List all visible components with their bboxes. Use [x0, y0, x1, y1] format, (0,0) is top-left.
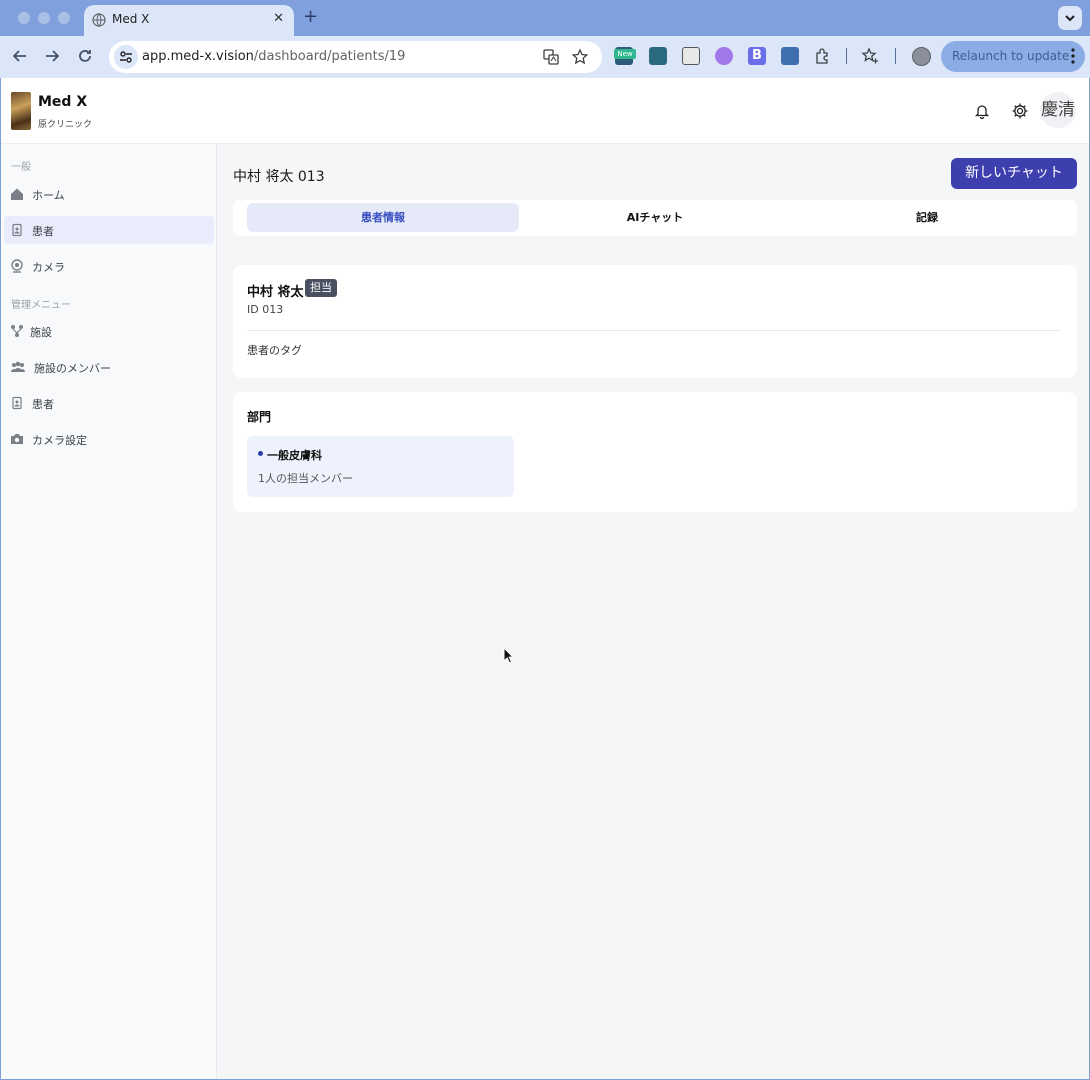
tab-records[interactable]: 記録 — [791, 203, 1063, 232]
url-text: app.med-x.vision/dashboard/patients/19 — [142, 49, 405, 64]
patient-tabs: 患者情報 AIチャット 記録 — [233, 200, 1077, 236]
window-close-button[interactable] — [18, 12, 30, 24]
department-name: 一般皮膚科 — [267, 449, 322, 462]
sidebar-item-label: カメラ — [32, 261, 65, 274]
translate-icon[interactable] — [542, 48, 560, 66]
relaunch-label: Relaunch to update — [952, 49, 1070, 63]
extension-cloud-icon[interactable] — [781, 47, 799, 65]
bookmark-star-icon[interactable] — [571, 48, 589, 66]
sidebar-item-camera-settings[interactable]: カメラ設定 — [4, 425, 214, 453]
sidebar: 一般 ホーム 患者 カメラ 管理メニュー 施設 施設のメンバー 患者 カメラ設定 — [1, 144, 217, 1079]
extension-graphql-icon[interactable] — [715, 47, 733, 65]
assigned-badge: 担当 — [305, 279, 337, 297]
extensions-puzzle-icon[interactable] — [814, 47, 832, 65]
brand-name: Med X — [38, 94, 88, 110]
patient-name: 中村 将太 — [247, 285, 304, 300]
forward-icon[interactable] — [41, 45, 63, 67]
tab-patient-info[interactable]: 患者情報 — [247, 203, 519, 232]
departments-title: 部門 — [247, 410, 272, 424]
tab-title: Med X — [112, 12, 150, 26]
extension-react-icon[interactable] — [649, 47, 667, 65]
sidebar-item-home[interactable]: ホーム — [4, 180, 214, 208]
department-members: 1人の担当メンバー — [258, 472, 353, 485]
reload-icon[interactable] — [74, 45, 96, 67]
new-chat-button[interactable]: 新しいチャット — [951, 158, 1077, 189]
globe-icon — [92, 13, 106, 27]
camera-icon — [11, 259, 23, 273]
clinic-name: 原クリニック — [38, 120, 93, 130]
patient-icon — [12, 396, 22, 410]
tab-ai-chat[interactable]: AIチャット — [519, 203, 791, 232]
sidebar-item-admin-patients[interactable]: 患者 — [4, 389, 214, 417]
address-bar[interactable]: app.med-x.vision/dashboard/patients/19 — [109, 41, 602, 73]
toolbar-separator — [846, 48, 847, 64]
main-content: 中村 将太 013 新しいチャット 患者情報 AIチャット 記録 中村 将太 担… — [218, 144, 1089, 1079]
patient-id: ID 013 — [247, 303, 284, 316]
profile-avatar-icon[interactable] — [912, 47, 931, 66]
department-item[interactable]: 一般皮膚科 1人の担当メンバー — [247, 436, 514, 497]
department-dot-icon — [258, 451, 263, 456]
url-host: app.med-x.vision — [142, 49, 254, 64]
extension-b-icon[interactable]: B — [748, 47, 766, 65]
sidebar-item-label: 患者 — [32, 225, 54, 238]
tab-close-icon[interactable]: ✕ — [273, 11, 284, 26]
app-header: Med X 原クリニック 慶清 — [1, 78, 1089, 144]
facility-icon — [11, 325, 23, 337]
sidebar-item-camera[interactable]: カメラ — [4, 252, 214, 280]
extension-doc-icon[interactable] — [682, 47, 700, 65]
reading-list-star-icon[interactable] — [861, 47, 879, 65]
gear-icon[interactable] — [1011, 102, 1029, 120]
divider — [247, 330, 1061, 331]
app-root: Med X 原クリニック 慶清 一般 ホーム 患者 カメラ 管理メニュー 施設 … — [1, 78, 1089, 1079]
sidebar-item-label: 患者 — [32, 398, 54, 411]
sidebar-item-label: 施設 — [30, 326, 52, 339]
url-path: /dashboard/patients/19 — [253, 49, 406, 64]
patient-tags-label: 患者のタグ — [247, 344, 302, 357]
chevron-down-icon — [1065, 15, 1075, 22]
clinic-logo[interactable] — [11, 92, 31, 130]
extension-new-badge: New — [614, 49, 636, 59]
more-vert-icon — [1071, 48, 1075, 64]
window-minimize-button[interactable] — [38, 12, 50, 24]
sidebar-item-facility[interactable]: 施設 — [4, 317, 214, 345]
sidebar-section-general: 一般 — [11, 162, 31, 173]
tab-search-button[interactable] — [1058, 6, 1082, 30]
browser-tab-bar: Med X ✕ + — [0, 0, 1090, 36]
camera-settings-icon — [11, 434, 23, 444]
new-tab-button[interactable]: + — [303, 6, 318, 27]
site-info-button[interactable] — [114, 45, 138, 69]
sidebar-item-label: ホーム — [32, 189, 65, 202]
sidebar-item-patients[interactable]: 患者 — [4, 216, 214, 244]
user-avatar[interactable]: 慶清 — [1040, 92, 1076, 128]
patient-info-card: 中村 将太 担当 ID 013 患者のタグ — [233, 265, 1077, 378]
sidebar-section-admin: 管理メニュー — [11, 300, 71, 311]
bell-icon[interactable] — [973, 102, 991, 120]
browser-tab[interactable]: Med X ✕ — [84, 5, 294, 36]
toolbar-separator — [895, 48, 896, 64]
back-icon[interactable] — [9, 45, 31, 67]
home-icon — [11, 188, 23, 200]
sidebar-item-label: 施設のメンバー — [34, 362, 111, 375]
sidebar-item-facility-members[interactable]: 施設のメンバー — [4, 353, 214, 381]
window-zoom-button[interactable] — [58, 12, 70, 24]
relaunch-button[interactable]: Relaunch to update — [941, 41, 1085, 72]
members-icon — [11, 361, 25, 372]
tune-icon — [120, 51, 132, 63]
page-title: 中村 将太 013 — [233, 169, 325, 185]
patient-icon — [12, 223, 22, 237]
departments-card: 部門 一般皮膚科 1人の担当メンバー — [233, 392, 1077, 512]
browser-toolbar: app.med-x.vision/dashboard/patients/19 B… — [0, 36, 1090, 78]
sidebar-item-label: カメラ設定 — [32, 434, 87, 447]
mouse-cursor-icon — [503, 647, 515, 664]
